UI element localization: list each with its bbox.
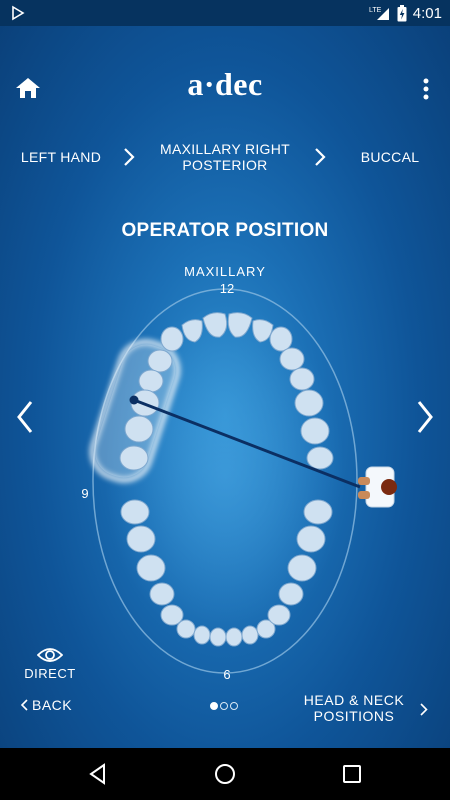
app-screen: LTE 4:01 a·dec LEFT HAND MAXILLARY RIGHT…	[0, 0, 450, 800]
chevron-left-icon	[20, 699, 28, 711]
breadcrumb-item-region[interactable]: MAXILLARY RIGHT POSTERIOR	[150, 141, 300, 173]
breadcrumb-item-surface[interactable]: BUCCAL	[350, 149, 430, 165]
tooth	[124, 415, 154, 443]
clock-12-label: 12	[220, 281, 234, 296]
direct-view-label: DIRECT	[24, 666, 76, 681]
status-time: 4:01	[412, 4, 442, 22]
tooth	[267, 604, 291, 626]
tooth	[287, 554, 317, 582]
network-type: LTE	[369, 7, 382, 14]
tooth	[306, 446, 334, 470]
status-indicators: LTE 4:01	[369, 4, 442, 22]
previous-view-arrow[interactable]	[16, 400, 34, 434]
page-indicator	[210, 702, 238, 710]
tooth	[119, 445, 149, 471]
status-bar: LTE 4:01	[0, 0, 450, 26]
system-home-icon[interactable]	[213, 762, 237, 786]
operator-position-diagram: MAXILLARY 12 9 6	[81, 264, 397, 682]
app-header: a·dec	[0, 58, 450, 118]
system-back-icon[interactable]	[86, 762, 110, 786]
tooth	[241, 625, 259, 645]
tooth	[225, 627, 243, 647]
next-label-line-1: HEAD & NECK	[303, 692, 405, 708]
tooth	[278, 582, 304, 606]
head-neck-positions-label: HEAD & NECK POSITIONS	[296, 692, 412, 724]
tooth	[279, 347, 305, 371]
chevron-right-icon	[124, 148, 135, 166]
tooth	[300, 417, 330, 445]
clock-6-label: 6	[223, 667, 230, 682]
adec-logo: a·dec	[187, 66, 263, 102]
head-neck-positions-button[interactable]: HEAD & NECK POSITIONS	[296, 692, 436, 726]
tooth	[193, 625, 211, 645]
page-dot-active	[210, 702, 218, 710]
back-label: BACK	[32, 697, 73, 713]
operator-figure	[358, 466, 397, 508]
next-label-line-2: POSITIONS	[313, 708, 395, 724]
chevron-right-icon	[420, 703, 428, 716]
tooth	[176, 619, 196, 639]
tooth	[136, 554, 166, 582]
tooth	[269, 326, 293, 352]
tooth	[138, 369, 164, 393]
tooth	[303, 499, 333, 525]
breadcrumb: LEFT HAND MAXILLARY RIGHT POSTERIOR BUCC…	[0, 138, 450, 178]
chevron-right-icon	[315, 148, 326, 166]
tooth	[149, 582, 175, 606]
arch-label: MAXILLARY	[184, 264, 266, 279]
tooth	[147, 349, 173, 373]
tooth	[120, 499, 150, 525]
breadcrumb-item-hand[interactable]: LEFT HAND	[18, 149, 104, 165]
back-button[interactable]: BACK	[20, 697, 72, 713]
tooth	[209, 627, 227, 647]
more-vert-icon[interactable]	[418, 76, 434, 102]
direct-view-toggle[interactable]: DIRECT	[20, 646, 80, 681]
system-recents-icon[interactable]	[340, 762, 364, 786]
tooth	[296, 525, 326, 553]
tooth	[294, 389, 324, 417]
play-store-icon	[12, 5, 25, 21]
system-navigation-bar	[0, 748, 450, 800]
tooth	[126, 525, 156, 553]
page-title: OPERATOR POSITION	[121, 220, 329, 241]
page-dot	[230, 702, 238, 710]
next-view-arrow[interactable]	[416, 400, 434, 434]
clock-9-label: 9	[81, 486, 88, 501]
tooth	[289, 367, 315, 391]
page-dot	[220, 702, 228, 710]
tooth	[160, 326, 184, 352]
pointer-target-dot	[129, 395, 139, 405]
battery-charging-icon	[397, 4, 407, 21]
signal-icon: LTE	[369, 7, 389, 20]
eye-icon	[37, 648, 63, 662]
